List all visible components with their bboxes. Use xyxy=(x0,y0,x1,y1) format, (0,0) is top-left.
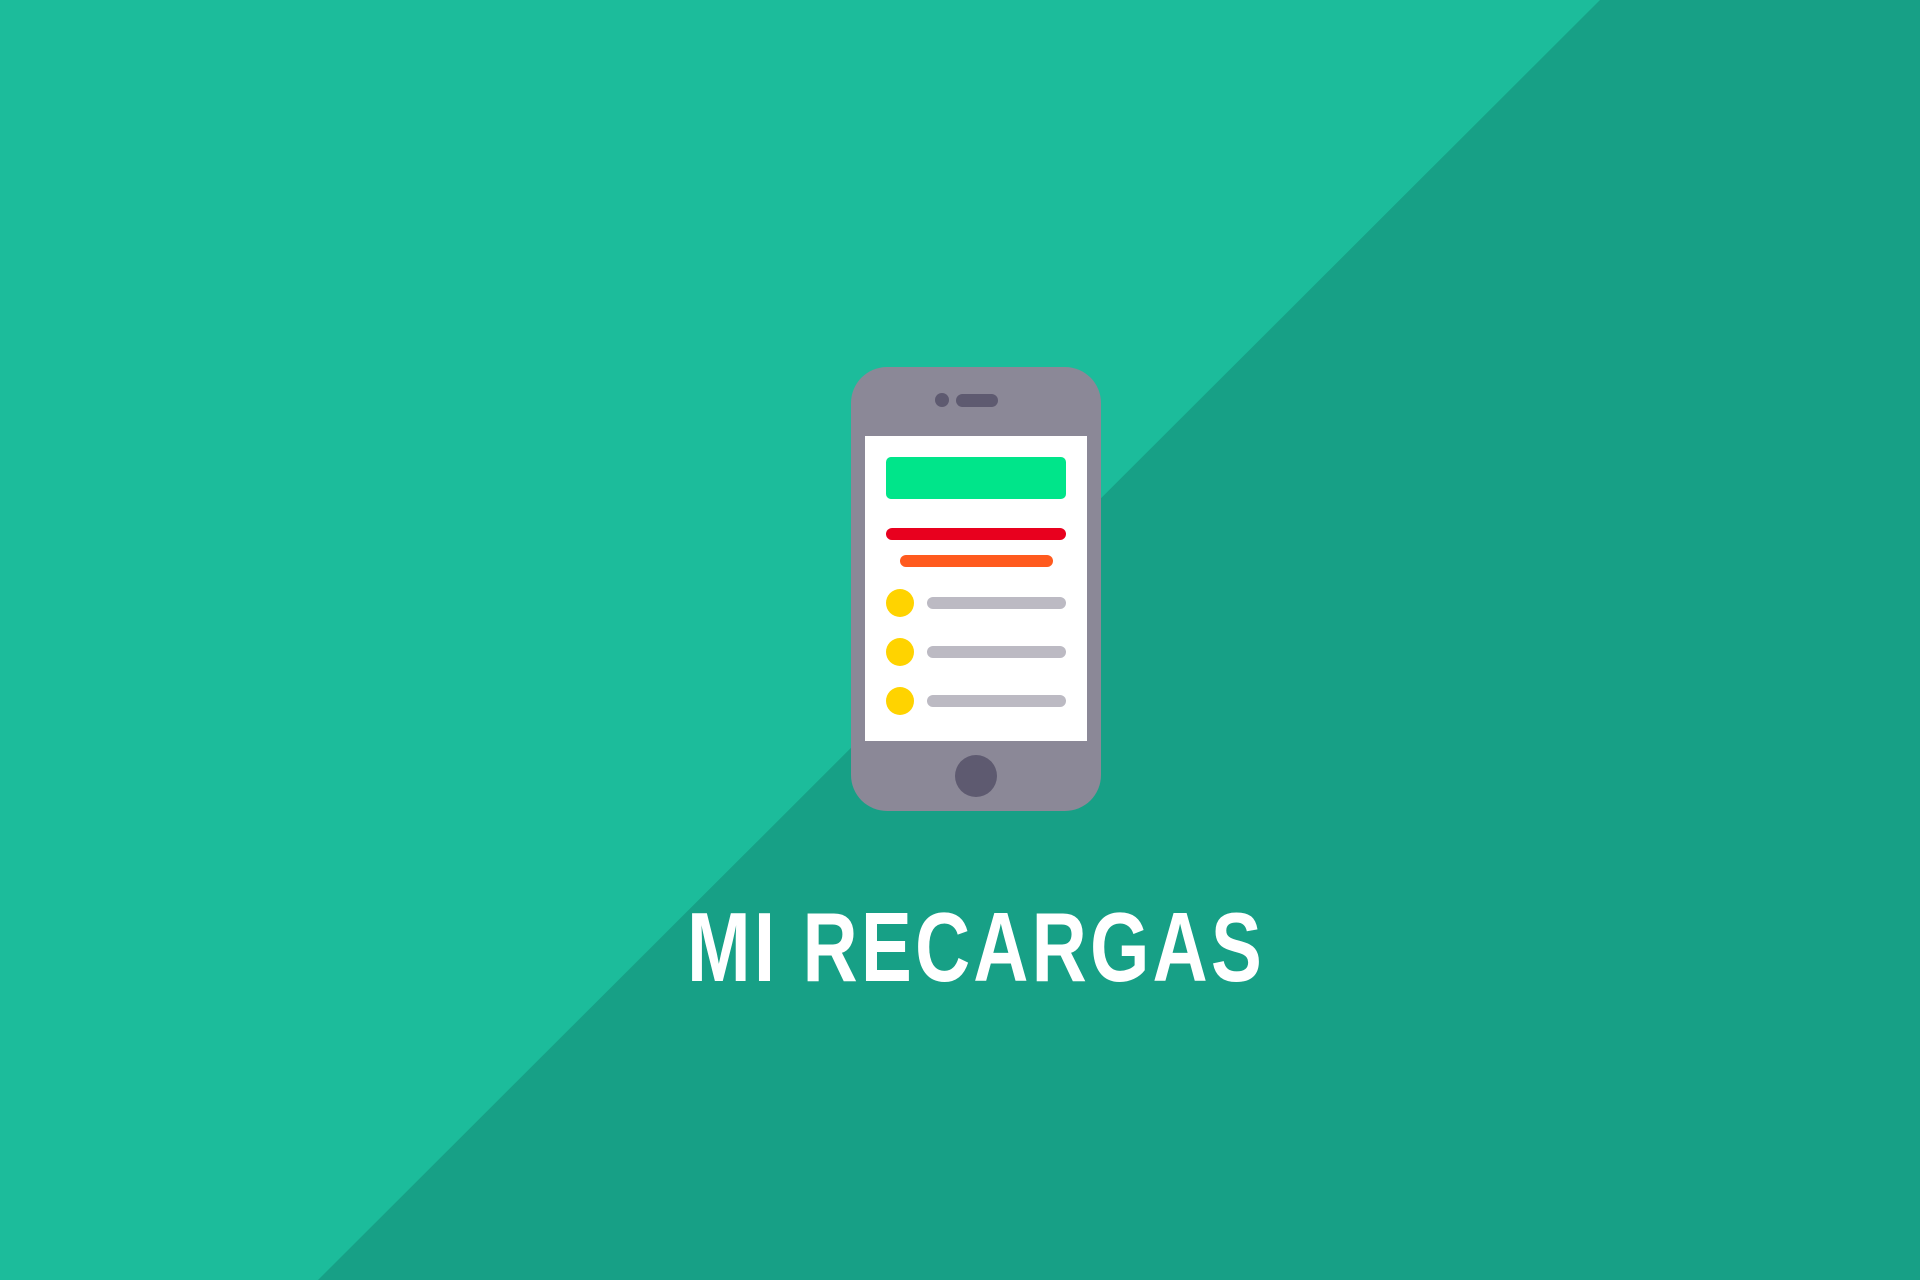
dot-icon xyxy=(886,638,914,666)
dot-icon xyxy=(886,687,914,715)
phone-screen xyxy=(865,436,1087,741)
list-item xyxy=(886,589,1066,617)
speaker-icon xyxy=(956,394,998,407)
dot-icon xyxy=(886,589,914,617)
list-item xyxy=(886,687,1066,715)
list-item-line xyxy=(927,695,1066,707)
list-item-line xyxy=(927,597,1066,609)
screen-line-red xyxy=(886,528,1066,540)
list-item xyxy=(886,638,1066,666)
home-button-icon xyxy=(955,755,997,797)
smartphone-icon xyxy=(851,367,1101,811)
page-title: MI RECARGAS xyxy=(687,892,1265,1002)
screen-header-bar xyxy=(886,457,1066,499)
list-item-line xyxy=(927,646,1066,658)
camera-icon xyxy=(935,393,949,407)
screen-line-orange xyxy=(900,555,1053,567)
